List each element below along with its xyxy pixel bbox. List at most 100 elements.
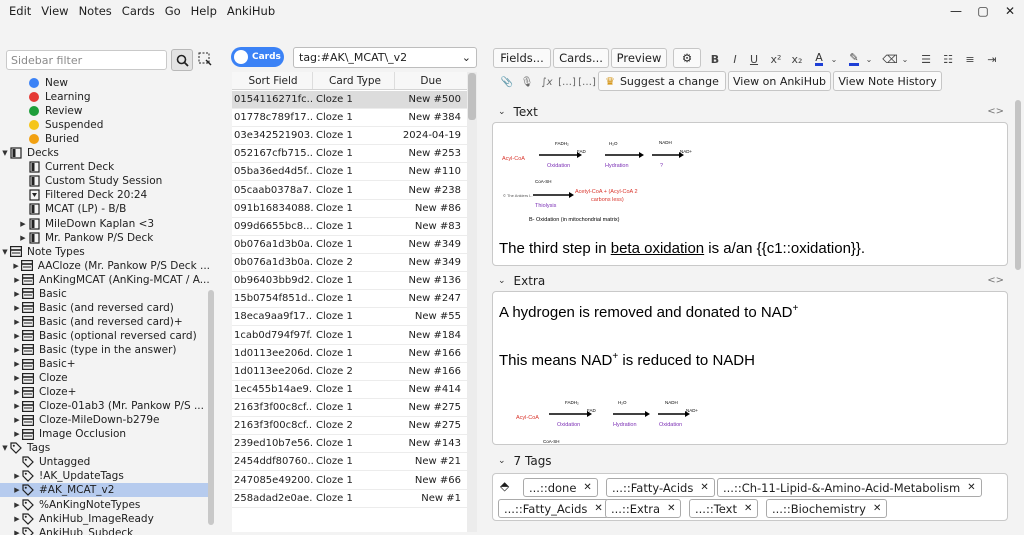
tag-chip[interactable]: ...::Fatty_Acids ✕ <box>498 499 609 518</box>
sidebar-tag-item[interactable]: ▶ !AK_UpdateTags <box>0 469 210 483</box>
chevron-down-icon[interactable]: ⌄ <box>462 51 471 64</box>
collapse-arrow-icon[interactable]: ▶ <box>12 472 22 480</box>
table-row[interactable]: 05caab0378a7... Cloze 1 New #238 <box>232 182 468 200</box>
sidebar-deck-item[interactable]: MCAT (LP) - B/B <box>0 202 210 216</box>
tag-chip[interactable]: ...::Biochemistry ✕ <box>766 499 888 518</box>
gear-icon[interactable]: ⚙ <box>673 48 701 68</box>
column-card-type[interactable]: Card Type <box>313 72 395 89</box>
collapse-arrow-icon[interactable]: ▶ <box>12 290 22 298</box>
table-row[interactable]: 052167cfb715... Cloze 1 New #253 <box>232 145 468 164</box>
sidebar-note-type-item[interactable]: ▶ Cloze+ <box>0 385 210 399</box>
indent-icon[interactable]: ⇥ <box>983 50 1001 68</box>
table-row[interactable]: 18eca9aa9f17... Cloze 1 New #55 <box>232 308 468 327</box>
collapse-arrow-icon[interactable]: ▶ <box>12 374 22 382</box>
column-sort-field[interactable]: Sort Field <box>232 72 313 89</box>
extra-field-label[interactable]: ⌄ Extra <box>498 273 545 289</box>
chevron-down-icon[interactable]: ⌄ <box>829 50 839 68</box>
sidebar-note-type-item[interactable]: ▶ Cloze <box>0 371 210 385</box>
text-field-editor[interactable]: Acyl-CoA FADH₂ FAD Oxidation H₂O Hydrati… <box>492 122 1008 266</box>
tag-chip[interactable]: ...::Fatty-Acids ✕ <box>606 478 715 497</box>
sidebar-filter-input[interactable] <box>6 50 167 70</box>
sidebar-state-buried[interactable]: Buried <box>0 132 210 146</box>
minimize-icon[interactable]: — <box>941 0 971 22</box>
tag-remove-icon[interactable]: ✕ <box>700 482 708 493</box>
sidebar-decks-header[interactable]: ▼ Decks <box>0 146 210 160</box>
suggest-change-button[interactable]: ♛ Suggest a change <box>598 71 726 91</box>
beta-oxidation-link[interactable]: beta oxidation <box>611 240 704 257</box>
tag-editor[interactable]: ⬘ ...::done ✕ ...::Fatty-Acids ✕ ...::Ch-11-… <box>492 473 1008 521</box>
sidebar-deck-item[interactable]: Filtered Deck 20:24 <box>0 188 210 202</box>
close-icon[interactable]: ✕ <box>995 0 1024 22</box>
sidebar-state-review[interactable]: Review <box>0 104 210 118</box>
table-row[interactable]: 05ba36ed4d5f... Cloze 1 New #110 <box>232 163 468 182</box>
tag-chip[interactable]: ...::Extra ✕ <box>605 499 682 518</box>
chevron-down-icon[interactable]: ⌄ <box>900 50 910 68</box>
column-due[interactable]: Due <box>395 72 468 89</box>
collapse-arrow-icon[interactable]: ▶ <box>12 360 22 368</box>
table-row[interactable]: 0b076a1d3b0a... Cloze 1 New #349 <box>232 236 468 254</box>
sidebar-note-type-item[interactable]: ▶ AACloze (Mr. Pankow P/S Deck ... <box>0 259 210 273</box>
collapse-arrow-icon[interactable]: ▶ <box>12 332 22 340</box>
sidebar-state-new[interactable]: New <box>0 76 210 90</box>
tag-remove-icon[interactable]: ✕ <box>594 503 602 514</box>
collapse-arrow-icon[interactable]: ▶ <box>12 515 22 523</box>
superscript-button[interactable]: x² <box>766 50 786 68</box>
collapse-arrow-icon[interactable]: ▶ <box>12 501 22 509</box>
tag-remove-icon[interactable]: ✕ <box>967 482 975 493</box>
sidebar-tags-header[interactable]: ▼ Tags <box>0 441 210 455</box>
collapse-arrow-icon[interactable]: ▶ <box>18 234 28 242</box>
sidebar-tag-item[interactable]: ▶ %AnKingNoteTypes <box>0 498 210 512</box>
search-button[interactable] <box>171 49 193 71</box>
table-scrollbar[interactable] <box>468 73 476 120</box>
sidebar-deck-item[interactable]: Custom Study Session <box>0 174 210 188</box>
sidebar-state-suspended[interactable]: Suspended <box>0 118 210 132</box>
menu-notes[interactable]: Notes <box>74 4 117 18</box>
text-field-label[interactable]: ⌄ Text <box>498 104 538 120</box>
table-row[interactable]: 1d0113ee206d... Cloze 2 New #166 <box>232 363 468 381</box>
table-row[interactable]: 239ed10b7e56... Cloze 1 New #143 <box>232 435 468 454</box>
collapse-arrow-icon[interactable]: ▶ <box>12 346 22 354</box>
cards-button[interactable]: Cards... <box>553 48 609 68</box>
sidebar-note-type-item[interactable]: ▶ Basic (and reversed card)+ <box>0 315 210 329</box>
sidebar-note-type-item[interactable]: ▶ Basic (and reversed card) <box>0 301 210 315</box>
sidebar-note-type-item[interactable]: ▶ Basic (type in the answer) <box>0 343 210 357</box>
sidebar-state-learning[interactable]: Learning <box>0 90 210 104</box>
view-note-history-button[interactable]: View Note History <box>833 71 942 91</box>
collapse-arrow-icon[interactable]: ▶ <box>12 318 22 326</box>
menu-cards[interactable]: Cards <box>117 4 160 18</box>
sidebar-tag-item[interactable]: ▶ AnkiHub_ImageReady <box>0 512 210 526</box>
html-editor-icon[interactable]: <> <box>987 106 1004 117</box>
tags-label[interactable]: ⌄ 7 Tags <box>498 453 552 469</box>
expand-arrow-icon[interactable]: ▼ <box>0 149 10 157</box>
table-row[interactable]: 0b96403bb9d2... Cloze 1 New #136 <box>232 272 468 291</box>
editor-scrollbar[interactable] <box>1015 100 1021 270</box>
microphone-icon[interactable]: 🎙 <box>517 73 537 91</box>
table-row[interactable]: 258adad2e0ae... Cloze 1 New #1 <box>232 490 468 508</box>
collapse-arrow-icon[interactable]: ▶ <box>12 388 22 396</box>
table-row[interactable]: 2163f3f00c8cf... Cloze 1 New #275 <box>232 399 468 418</box>
subscript-button[interactable]: x₂ <box>787 50 807 68</box>
table-row[interactable]: 2454ddf80760... Cloze 1 New #21 <box>232 453 468 472</box>
tag-remove-icon[interactable]: ✕ <box>667 503 675 514</box>
table-row[interactable]: 1cab0d794f97f... Cloze 1 New #184 <box>232 327 468 345</box>
html-editor-icon[interactable]: <> <box>987 275 1004 286</box>
sidebar-note-type-item[interactable]: ▶ Cloze-MileDown-b279e <box>0 413 210 427</box>
tag-chip[interactable]: ...::Text ✕ <box>689 499 759 518</box>
table-row[interactable]: 0b076a1d3b0a... Cloze 2 New #349 <box>232 254 468 273</box>
fields-button[interactable]: Fields... <box>493 48 551 68</box>
formula-icon[interactable]: ∫x <box>537 73 557 91</box>
expand-arrow-icon[interactable]: ▼ <box>0 248 10 256</box>
menu-ankihub[interactable]: AnkiHub <box>222 4 280 18</box>
collapse-arrow-icon[interactable]: ▶ <box>12 402 22 410</box>
cloze-icon[interactable]: […] <box>557 73 577 91</box>
tag-remove-icon[interactable]: ✕ <box>744 503 752 514</box>
chevron-down-icon[interactable]: ⌄ <box>498 276 506 286</box>
collapse-arrow-icon[interactable]: ▶ <box>12 529 22 535</box>
chevron-down-icon[interactable]: ⌄ <box>498 107 506 117</box>
numbered-list-icon[interactable]: ☷ <box>939 50 957 68</box>
collapse-arrow-icon[interactable]: ▶ <box>12 416 22 424</box>
table-row[interactable]: 15b0754f851d... Cloze 1 New #247 <box>232 290 468 309</box>
table-row[interactable]: 099d6655bc8... Cloze 1 New #83 <box>232 218 468 236</box>
sidebar-tag-item[interactable]: ▶ AnkiHub_Subdeck <box>0 526 210 535</box>
table-row[interactable]: 2163f3f00c8cf... Cloze 2 New #275 <box>232 417 468 436</box>
